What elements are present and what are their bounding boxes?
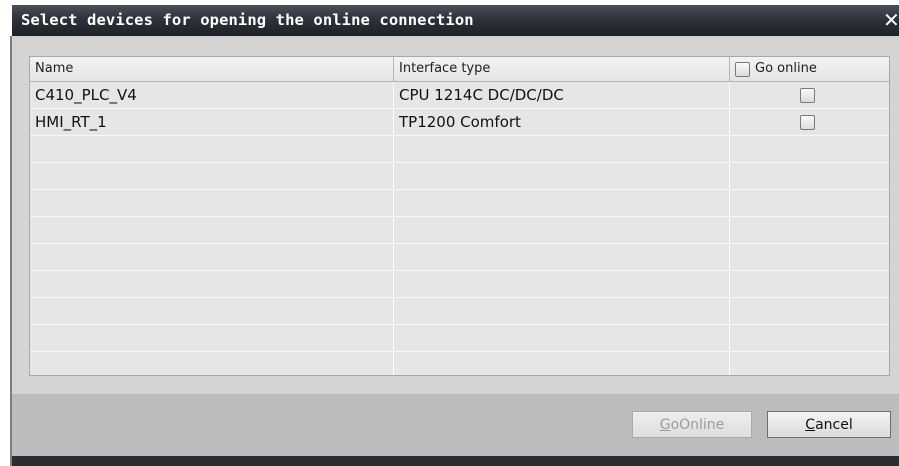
header-divider bbox=[729, 57, 730, 81]
header-divider bbox=[393, 57, 394, 81]
empty-row bbox=[30, 271, 889, 298]
empty-row bbox=[30, 244, 889, 271]
empty-row bbox=[30, 352, 889, 375]
table-row[interactable]: C410_PLC_V4 CPU 1214C DC/DC/DC bbox=[30, 82, 889, 109]
go-online-select-all-checkbox[interactable] bbox=[735, 62, 750, 77]
column-header-name[interactable]: Name bbox=[35, 57, 73, 81]
cancel-button-label: ancel bbox=[815, 417, 853, 433]
goonline-button-mnemonic: G bbox=[659, 417, 671, 433]
column-header-interface-type[interactable]: Interface type bbox=[399, 57, 490, 81]
table-header: Name Interface type Go online bbox=[30, 57, 889, 82]
go-online-checkbox[interactable] bbox=[800, 88, 815, 103]
go-online-checkbox[interactable] bbox=[800, 115, 815, 130]
cancel-button-mnemonic: C bbox=[805, 417, 816, 433]
dialog-footer bbox=[12, 394, 899, 456]
empty-row bbox=[30, 217, 889, 244]
interface-type: TP1200 Comfort bbox=[399, 113, 521, 131]
table-row[interactable]: HMI_RT_1 TP1200 Comfort bbox=[30, 109, 889, 136]
empty-row bbox=[30, 163, 889, 190]
close-icon[interactable]: ✕ bbox=[883, 5, 899, 36]
column-header-go-online[interactable]: Go online bbox=[755, 57, 817, 81]
device-name: HMI_RT_1 bbox=[35, 113, 107, 131]
device-name: C410_PLC_V4 bbox=[35, 86, 137, 104]
goonline-button-label: oOnline bbox=[670, 417, 725, 433]
dialog-window: Select devices for opening the online co… bbox=[0, 0, 899, 466]
cancel-button[interactable]: Cancel bbox=[767, 411, 891, 438]
empty-row bbox=[30, 136, 889, 163]
title-bar: Select devices for opening the online co… bbox=[12, 5, 899, 36]
dialog-title: Select devices for opening the online co… bbox=[21, 11, 474, 29]
bottom-strip bbox=[12, 456, 899, 466]
empty-row bbox=[30, 190, 889, 217]
empty-row bbox=[30, 298, 889, 325]
goonline-button[interactable]: GoOnline bbox=[632, 411, 752, 438]
device-table: Name Interface type Go online C410_PLC_V… bbox=[29, 56, 890, 376]
interface-type: CPU 1214C DC/DC/DC bbox=[399, 86, 564, 104]
empty-row bbox=[30, 325, 889, 352]
